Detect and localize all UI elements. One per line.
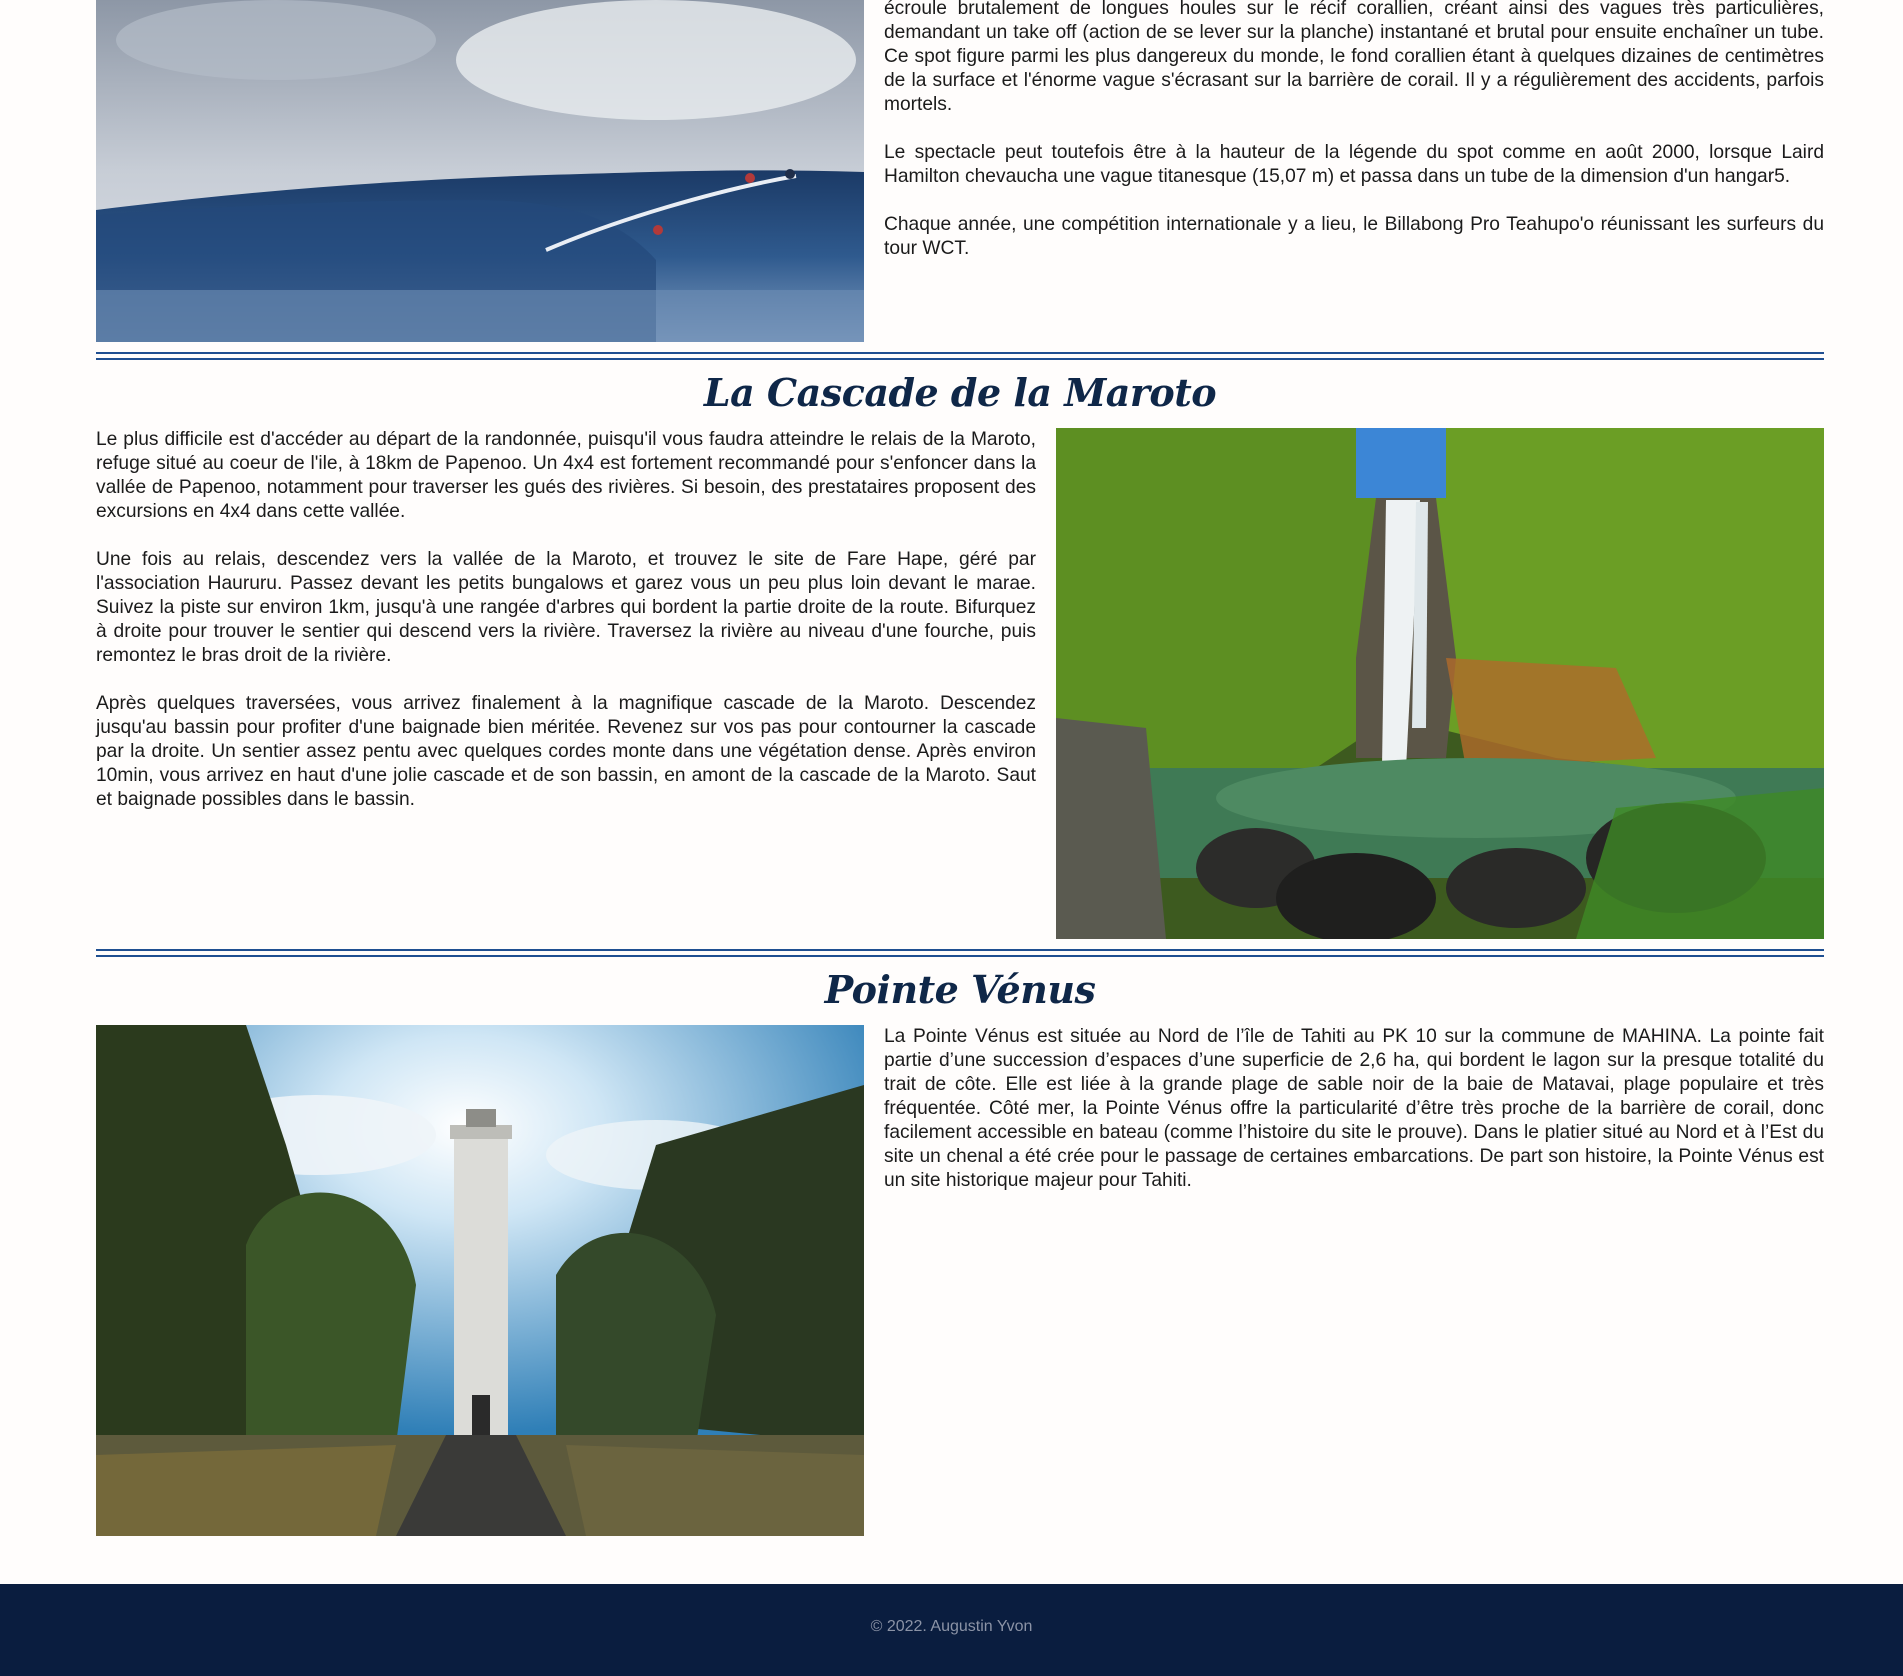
- venus-text: La Pointe Vénus est située au Nord de l’…: [884, 1025, 1824, 1217]
- maroto-title: La Cascade de la Maroto: [703, 370, 1217, 415]
- lighthouse-photo: [96, 1025, 864, 1536]
- teahupoo-paragraph-1: écroule brutalement de longues houles su…: [884, 0, 1824, 115]
- teahupoo-paragraph-3: Chaque année, une compétition internatio…: [884, 214, 1824, 259]
- maroto-paragraph-3: Après quelques traversées, vous arrivez …: [96, 693, 1036, 810]
- section-divider: [96, 352, 1824, 360]
- teahupoo-paragraph-2: Le spectacle peut toutefois être à la ha…: [884, 142, 1824, 187]
- venus-title: Pointe Vénus: [824, 967, 1096, 1012]
- copyright-text: © 2022. Augustin Yvon: [870, 1618, 1033, 1635]
- maroto-paragraph-1: Le plus difficile est d'accéder au dépar…: [96, 429, 1036, 522]
- venus-paragraph-1: La Pointe Vénus est située au Nord de l’…: [884, 1026, 1824, 1191]
- teahupoo-text: écroule brutalement de longues houles su…: [884, 0, 1824, 285]
- waterfall-photo: [1056, 428, 1824, 939]
- maroto-text: Le plus difficile est d'accéder au dépar…: [96, 428, 1036, 836]
- surf-wave-photo: [96, 0, 864, 342]
- maroto-paragraph-2: Une fois au relais, descendez vers la va…: [96, 549, 1036, 666]
- section-divider: [96, 949, 1824, 957]
